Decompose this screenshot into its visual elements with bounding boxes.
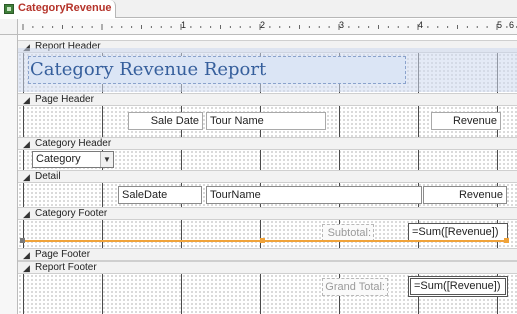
selection-handle-middle[interactable]: [260, 238, 265, 243]
vertical-ruler[interactable]: [0, 35, 18, 314]
section-label: Page Header: [35, 94, 94, 105]
section-bar-detail[interactable]: ◢ Detail: [18, 170, 517, 183]
section-bar-page-header[interactable]: ◢ Page Header: [18, 93, 517, 106]
category-combo[interactable]: Category ▼: [32, 151, 114, 168]
selection-handle-right[interactable]: [504, 238, 509, 243]
revenue-header-label[interactable]: Revenue: [431, 112, 501, 130]
ruler-mark-4: 4: [418, 20, 424, 30]
section-collapse-icon: ◢: [23, 263, 30, 273]
section-label: Report Footer: [35, 262, 97, 273]
chevron-down-icon[interactable]: ▼: [100, 152, 113, 167]
section-bar-report-footer[interactable]: ◢ Report Footer: [18, 261, 517, 274]
sale-date-field[interactable]: SaleDate: [118, 186, 202, 204]
ruler-mark-2: 2: [260, 20, 266, 30]
grand-total-sum-field[interactable]: =Sum([Revenue]): [408, 276, 508, 297]
ruler-mark-1: 1: [181, 20, 187, 30]
document-tab[interactable]: CategoryRevenue: [0, 0, 116, 18]
selection-handle-left[interactable]: [20, 238, 25, 243]
section-collapse-icon: ◢: [23, 209, 30, 219]
grand-total-label[interactable]: Grand Total:: [322, 278, 388, 296]
report-selector[interactable]: [0, 19, 18, 35]
section-bar-category-footer[interactable]: ◢ Category Footer: [18, 207, 517, 220]
document-tab-title: CategoryRevenue: [18, 2, 112, 14]
section-label: Page Footer: [35, 249, 91, 260]
sale-date-header-label[interactable]: Sale Date: [128, 112, 203, 130]
section-label: Category Footer: [35, 208, 108, 219]
horizontal-ruler[interactable]: 1 2 3 4 5 6: [18, 19, 517, 35]
section-label: Detail: [35, 171, 61, 182]
document-tab-strip: CategoryRevenue: [0, 0, 517, 18]
ruler-mark-5: 5: [497, 20, 503, 30]
revenue-field[interactable]: Revenue: [423, 186, 507, 204]
selection-line: [22, 240, 508, 242]
tour-name-field[interactable]: TourName: [206, 186, 422, 204]
category-combo-value: Category: [36, 153, 81, 165]
section-bar-category-header[interactable]: ◢ Category Header: [18, 137, 517, 150]
section-collapse-icon: ◢: [23, 172, 30, 182]
section-collapse-icon: ◢: [23, 95, 30, 105]
ruler-mark-3: 3: [339, 20, 345, 30]
report-title-label[interactable]: Category Revenue Report: [28, 56, 406, 84]
section-collapse-icon: ◢: [23, 139, 30, 149]
section-label: Category Header: [35, 138, 112, 149]
report-icon: [4, 4, 14, 14]
ruler-mark-6: 6: [509, 20, 515, 30]
ruler-ticks: [22, 24, 517, 30]
section-collapse-icon: ◢: [23, 250, 30, 260]
section-bar-page-footer[interactable]: ◢ Page Footer: [18, 248, 517, 261]
tour-name-header-label[interactable]: Tour Name: [206, 112, 326, 130]
